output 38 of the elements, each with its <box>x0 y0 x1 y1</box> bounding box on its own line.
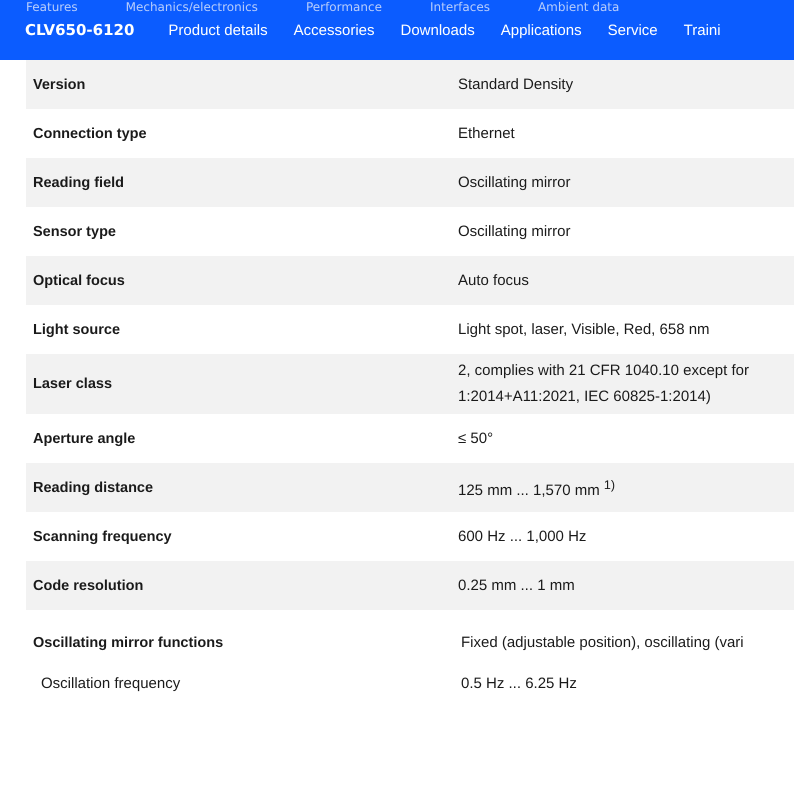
spec-value: Light spot, laser, Visible, Red, 658 nm <box>458 320 711 340</box>
nav-link[interactable]: Product details <box>168 22 268 38</box>
faded-tab-label: Interfaces <box>430 0 490 14</box>
spec-label: Oscillating mirror functions <box>32 634 224 650</box>
spec-label: Reading distance <box>32 480 154 496</box>
faded-tab-label: Performance <box>306 0 382 14</box>
product-name: CLV650-6120 <box>25 21 134 39</box>
spec-value: Auto focus <box>458 270 530 290</box>
spec-value: ≤ 50° <box>458 428 494 448</box>
spec-value: 600 Hz ... 1,000 Hz <box>458 526 588 546</box>
spec-value: 2, complies with 21 CFR 1040.10 except for 1:2014+A11:2021, IEC 60825-1:2014) <box>458 361 750 407</box>
faded-tab-label: Features <box>26 0 78 14</box>
spec-label: Oscillation frequency <box>40 675 182 692</box>
spec-value: Oscillating mirror <box>458 172 572 192</box>
spec-value: 0.25 mm ... 1 mm <box>458 576 576 596</box>
spec-label: Laser class <box>32 376 114 392</box>
nav-link[interactable]: Accessories <box>294 22 374 38</box>
spec-value: Standard Density <box>458 74 574 94</box>
spec-label: Code resolution <box>32 578 144 594</box>
spec-label: Version <box>32 76 86 92</box>
nav-link[interactable]: Traini <box>684 22 721 38</box>
spec-label: Sensor type <box>32 224 117 240</box>
spec-value: 0.5 Hz ... 6.25 Hz <box>461 675 578 692</box>
nav-link[interactable]: Downloads <box>400 22 475 38</box>
spec-value: Ethernet <box>458 124 516 144</box>
spec-label: Connection type <box>32 126 148 142</box>
spec-value: Oscillating mirror <box>458 222 572 242</box>
spec-label: Light source <box>32 322 122 338</box>
nav-link[interactable]: Service <box>608 22 658 38</box>
spec-label: Optical focus <box>32 272 126 288</box>
faded-tab-label: Mechanics/electronics <box>126 0 258 14</box>
spec-label: Scanning frequency <box>32 528 173 544</box>
spec-value: 125 mm ... 1,570 mm $^{1)}$ <box>458 476 616 500</box>
nav-link[interactable]: Applications <box>500 22 582 38</box>
spec-label: Aperture angle <box>32 430 136 446</box>
faded-tab-label: Ambient data <box>538 0 620 14</box>
spec-label: Reading field <box>32 174 126 190</box>
spec-value: Fixed (adjustable position), oscillating (vari <box>461 634 745 651</box>
